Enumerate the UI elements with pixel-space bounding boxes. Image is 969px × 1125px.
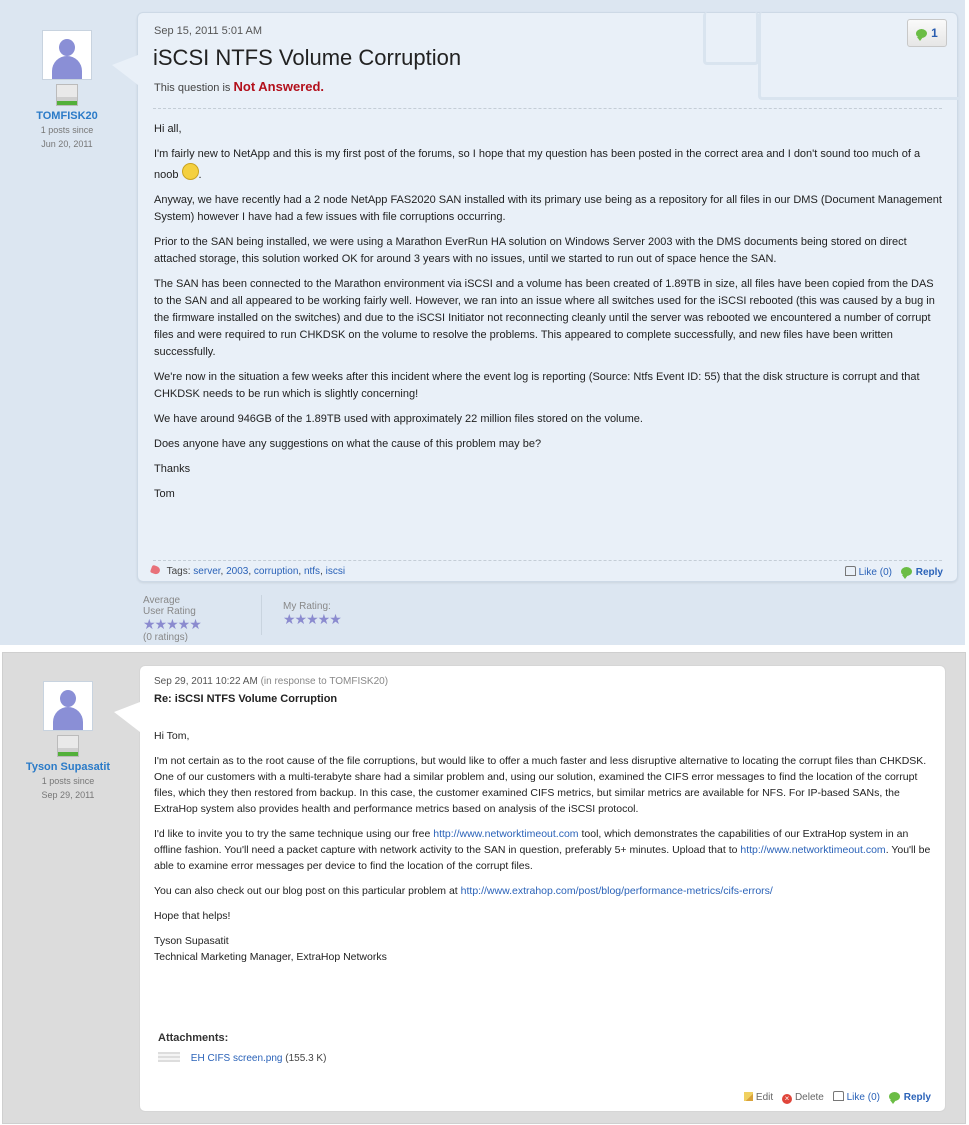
tag-link[interactable]: iscsi xyxy=(326,566,345,577)
reply-button[interactable]: Reply xyxy=(900,567,943,579)
networktimeout-link[interactable]: http://www.networktimeout.com xyxy=(740,844,885,856)
status-badge: Not Answered. xyxy=(233,79,325,94)
reply-bubble: Sep 29, 2011 10:22 AM (in response to TO… xyxy=(114,665,946,1112)
question-bubble: Sep 15, 2011 5:01 AM iSCSI NTFS Volume C… xyxy=(112,12,961,582)
question-status: This question is Not Answered. xyxy=(154,79,324,94)
my-rating: My Rating: ★★★★★ xyxy=(283,601,342,627)
average-rating: Average User Rating ★★★★★ (0 ratings) xyxy=(143,595,202,643)
author-post-count: 1 posts since xyxy=(41,776,95,786)
tag-link[interactable]: corruption xyxy=(254,566,298,577)
tags-label: Tags: xyxy=(166,566,191,577)
author-since-date: Sep 29, 2011 xyxy=(41,790,95,800)
paragraph-text: I'm fairly new to NetApp and this is my … xyxy=(154,148,921,181)
paragraph-text: I'd like to invite you to try the same t… xyxy=(154,828,431,840)
reply-post: Tyson Supasatit 1 posts since Sep 29, 20… xyxy=(2,652,966,1124)
reply-bubble-icon xyxy=(888,1092,900,1104)
image-thumbnail-icon[interactable] xyxy=(158,1052,180,1062)
paragraph-text: You can also check out our blog post on … xyxy=(154,885,458,897)
attachment-link[interactable]: EH CIFS screen.png xyxy=(191,1053,283,1064)
reply-count-button[interactable]: 1 xyxy=(907,19,947,47)
like-button[interactable]: Like (0) xyxy=(844,566,892,578)
reply-bubble-icon xyxy=(916,29,928,41)
signature-title: Technical Marketing Manager, ExtraHop Ne… xyxy=(154,951,387,963)
paragraph: You can also check out our blog post on … xyxy=(154,883,939,899)
in-response-to: (in response to TOMFISK20) xyxy=(260,676,389,687)
delete-label: Delete xyxy=(794,1092,824,1103)
thumbs-up-icon xyxy=(832,1091,844,1101)
attachments-label: Attachments: xyxy=(158,1032,229,1044)
average-rating-stars-icon: ★★★★★ xyxy=(143,616,202,632)
delete-button[interactable]: × Delete xyxy=(781,1092,824,1104)
average-rating-label: Average User Rating xyxy=(143,595,196,617)
divider xyxy=(261,595,262,635)
thumbs-up-icon xyxy=(844,566,856,576)
smiley-icon xyxy=(181,163,199,180)
author-name-link[interactable]: Tyson Supasatit xyxy=(3,761,133,773)
rank-badge-icon xyxy=(57,735,79,757)
reply-body: Hi Tom, I'm not certain as to the root c… xyxy=(154,728,939,965)
like-label: Like (0) xyxy=(846,1092,880,1103)
reply-label: Reply xyxy=(903,1092,931,1103)
rank-badge-icon xyxy=(56,84,78,106)
author-post-count: 1 posts since xyxy=(40,125,94,135)
tag-icon xyxy=(149,564,162,576)
like-label: Like (0) xyxy=(858,567,892,578)
decorative-bubble-icon xyxy=(703,12,759,65)
greeting: Hi Tom, xyxy=(154,730,190,742)
paragraph: Thanks xyxy=(154,463,191,475)
reply-count: 1 xyxy=(931,26,938,40)
reply-title: Re: iSCSI NTFS Volume Corruption xyxy=(154,693,338,705)
question-body: Hi all, I'm fairly new to NetApp and thi… xyxy=(154,121,944,511)
reply-bubble-icon xyxy=(900,567,912,579)
divider xyxy=(153,560,942,561)
reply-actions: Edit × Delete Like (0) Reply xyxy=(738,1091,931,1104)
networktimeout-link[interactable]: http://www.networktimeout.com xyxy=(433,828,578,840)
author-since-date: Jun 20, 2011 xyxy=(41,139,93,149)
reply-author-card: Tyson Supasatit 1 posts since Sep 29, 20… xyxy=(3,681,133,801)
paragraph: Hope that helps! xyxy=(154,910,231,922)
paragraph: We're now in the situation a few weeks a… xyxy=(154,371,920,400)
tag-link[interactable]: 2003 xyxy=(226,566,248,577)
paragraph: I'd like to invite you to try the same t… xyxy=(154,826,939,874)
page-title: iSCSI NTFS Volume Corruption xyxy=(153,45,462,70)
paragraph: Does anyone have any suggestions on what… xyxy=(154,438,542,450)
status-prefix: This question is xyxy=(154,82,231,94)
post-date: Sep 15, 2011 5:01 AM xyxy=(154,25,263,37)
avatar-icon[interactable] xyxy=(42,30,92,80)
paragraph: The SAN has been connected to the Marath… xyxy=(154,278,935,358)
tag-link[interactable]: ntfs xyxy=(304,566,320,577)
reply-label: Reply xyxy=(915,567,943,578)
tags-row: Tags: server, 2003, corruption, ntfs, is… xyxy=(149,564,345,577)
pencil-icon xyxy=(743,1092,753,1101)
avatar-icon[interactable] xyxy=(43,681,93,731)
my-rating-stars[interactable]: ★★★★★ xyxy=(283,612,342,627)
signature-name: Tyson Supasatit xyxy=(154,935,229,947)
paragraph: I'm not certain as to the root cause of … xyxy=(154,755,927,815)
divider xyxy=(153,108,942,109)
question-post: TOMFISK20 1 posts since Jun 20, 2011 Sep… xyxy=(0,0,965,645)
tag-link[interactable]: server xyxy=(193,566,220,577)
post-date: Sep 29, 2011 10:22 AM xyxy=(154,676,258,687)
paragraph: Tom xyxy=(154,488,175,500)
author-name-link[interactable]: TOMFISK20 xyxy=(2,110,132,122)
delete-x-icon: × xyxy=(781,1094,792,1104)
like-button[interactable]: Like (0) xyxy=(832,1091,880,1103)
reply-date-row: Sep 29, 2011 10:22 AM (in response to TO… xyxy=(154,676,388,687)
average-rating-count: (0 ratings) xyxy=(143,632,189,643)
attachment-size: (155.3 K) xyxy=(285,1053,327,1064)
greeting: Hi all, xyxy=(154,123,182,135)
blog-post-link[interactable]: http://www.extrahop.com/post/blog/perfor… xyxy=(461,885,773,897)
paragraph: I'm fairly new to NetApp and this is my … xyxy=(154,146,944,184)
question-actions: Like (0) Reply xyxy=(839,566,943,579)
question-author-card: TOMFISK20 1 posts since Jun 20, 2011 xyxy=(2,30,132,150)
paragraph: We have around 946GB of the 1.89TB used … xyxy=(154,413,643,425)
reply-button[interactable]: Reply xyxy=(888,1092,931,1104)
paragraph-end: . xyxy=(198,169,202,181)
paragraph: Prior to the SAN being installed, we wer… xyxy=(154,236,907,265)
edit-button[interactable]: Edit xyxy=(743,1092,774,1103)
edit-label: Edit xyxy=(755,1092,774,1103)
attachment-item: EH CIFS screen.png (155.3 K) xyxy=(158,1052,326,1064)
paragraph: Anyway, we have recently had a 2 node Ne… xyxy=(154,194,942,223)
